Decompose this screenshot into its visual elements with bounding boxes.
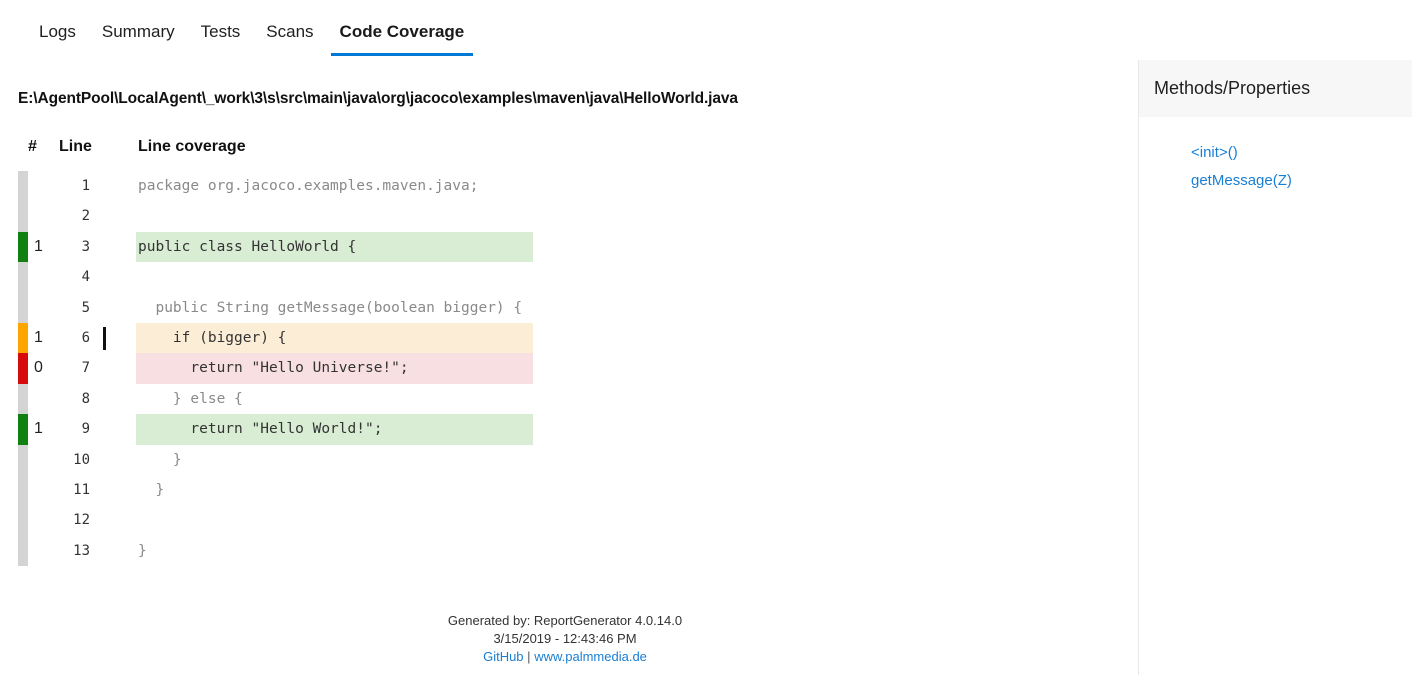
line-hit-count	[34, 536, 50, 566]
sidebar-title: Methods/Properties	[1139, 60, 1412, 117]
line-hit-count	[34, 171, 50, 201]
tab-tests[interactable]: Tests	[192, 22, 250, 56]
line-hit-count	[34, 505, 50, 535]
line-number: 12	[73, 512, 90, 529]
table-row: 0 7 return "Hello Universe!";	[0, 353, 1100, 384]
line-status-bar	[18, 322, 28, 354]
method-link[interactable]: <init>()	[1191, 139, 1412, 167]
source-code-line: return "Hello World!";	[136, 414, 533, 445]
line-hit-count	[34, 475, 50, 505]
line-status-bar	[18, 353, 28, 384]
table-row: 2	[0, 201, 1100, 232]
line-status-bar	[18, 262, 28, 293]
table-row: 5 public String getMessage(boolean bigge…	[0, 292, 1100, 323]
line-number: 9	[81, 421, 90, 438]
line-hit-count: 1	[34, 420, 43, 438]
github-link[interactable]: GitHub	[483, 649, 523, 664]
coverage-table-body: 1 package org.jacoco.examples.maven.java;…	[0, 171, 1100, 567]
line-hit-count	[34, 384, 50, 414]
coverage-table: # Line Line coverage 1 package org.jacoco…	[0, 138, 1100, 567]
palmmedia-link[interactable]: www.palmmedia.de	[534, 649, 647, 664]
line-number: 3	[81, 238, 90, 255]
source-code-line: public String getMessage(boolean bigger)…	[138, 299, 523, 316]
table-row: 11 }	[0, 474, 1100, 506]
line-number: 4	[81, 269, 90, 286]
line-status-bar	[18, 292, 28, 323]
line-number: 7	[81, 360, 90, 377]
line-status-bar	[18, 383, 28, 415]
footer-links: GitHub | www.palmmedia.de	[0, 648, 1130, 666]
line-number: 2	[81, 208, 90, 225]
method-link[interactable]: getMessage(Z)	[1191, 167, 1412, 195]
line-number: 1	[81, 178, 90, 194]
line-status-bar	[18, 171, 28, 202]
source-code-line: public class HelloWorld {	[136, 231, 533, 263]
table-row: 1 package org.jacoco.examples.maven.java;	[0, 171, 1100, 202]
line-number: 13	[73, 542, 90, 559]
line-hit-count: 1	[34, 328, 43, 346]
tab-logs[interactable]: Logs	[30, 22, 85, 56]
line-status-bar	[18, 414, 28, 445]
column-header-line-coverage: Line coverage	[138, 138, 246, 155]
line-status-bar	[18, 201, 28, 232]
source-code-line: }	[138, 542, 147, 559]
line-hit-count: 0	[34, 359, 43, 377]
line-status-bar	[18, 231, 28, 263]
tab-scans[interactable]: Scans	[257, 22, 322, 56]
table-row: 4	[0, 262, 1100, 293]
footer-timestamp: 3/15/2019 - 12:43:46 PM	[493, 631, 637, 646]
line-status-bar	[18, 505, 28, 536]
column-header-hits: #	[28, 138, 37, 155]
file-path-title: E:\AgentPool\LocalAgent\_work\3\s\src\ma…	[18, 90, 738, 107]
line-hit-count	[34, 293, 50, 323]
line-status-bar	[18, 474, 28, 506]
column-header-line: Line	[59, 138, 92, 155]
table-row: 1 6 if (bigger) {	[0, 322, 1100, 354]
methods-list: <init>() getMessage(Z)	[1139, 117, 1412, 195]
tab-bar: Logs Summary Tests Scans Code Coverage	[0, 0, 1412, 62]
line-hit-count	[34, 201, 50, 231]
source-code-line: }	[138, 451, 182, 468]
table-row: 1 9 return "Hello World!";	[0, 414, 1100, 445]
footer-generated-by: Generated by: ReportGenerator 4.0.14.0	[447, 613, 683, 628]
tab-code-coverage[interactable]: Code Coverage	[330, 22, 474, 56]
table-row: 8 } else {	[0, 383, 1100, 415]
table-row: 1 3 public class HelloWorld {	[0, 231, 1100, 263]
source-code-line: if (bigger) {	[136, 322, 533, 354]
table-row: 12	[0, 505, 1100, 536]
coverage-table-header: # Line Line coverage	[0, 138, 1100, 162]
line-number: 10	[73, 451, 90, 468]
footer-link-separator: |	[527, 649, 531, 664]
code-coverage-page: Logs Summary Tests Scans Code Coverage E:\Ag…	[0, 0, 1412, 675]
source-code-line: }	[138, 481, 165, 498]
source-code-line: } else {	[138, 390, 243, 407]
methods-properties-sidebar: Methods/Properties <init>() getMessage(Z)	[1138, 60, 1412, 675]
source-code-line	[136, 262, 138, 292]
source-code-line: package org.jacoco.examples.maven.java;	[138, 178, 479, 194]
table-row: 13}	[0, 535, 1100, 567]
tab-summary[interactable]: Summary	[93, 22, 184, 56]
line-hit-count	[34, 262, 50, 292]
line-hit-count	[34, 445, 50, 475]
branch-coverage-marker-icon	[103, 326, 106, 350]
source-code-line	[136, 505, 138, 535]
line-status-bar	[18, 444, 28, 475]
source-code-line	[136, 201, 138, 231]
report-footer: Generated by: ReportGenerator 4.0.14.0 3…	[0, 612, 1130, 666]
line-status-bar	[18, 535, 28, 567]
line-number: 11	[73, 481, 90, 498]
source-code-line: return "Hello Universe!";	[136, 353, 533, 384]
line-number: 8	[81, 390, 90, 407]
line-number: 5	[81, 299, 90, 316]
line-number: 6	[81, 329, 90, 346]
table-row: 10 }	[0, 444, 1100, 475]
line-hit-count: 1	[34, 237, 43, 255]
